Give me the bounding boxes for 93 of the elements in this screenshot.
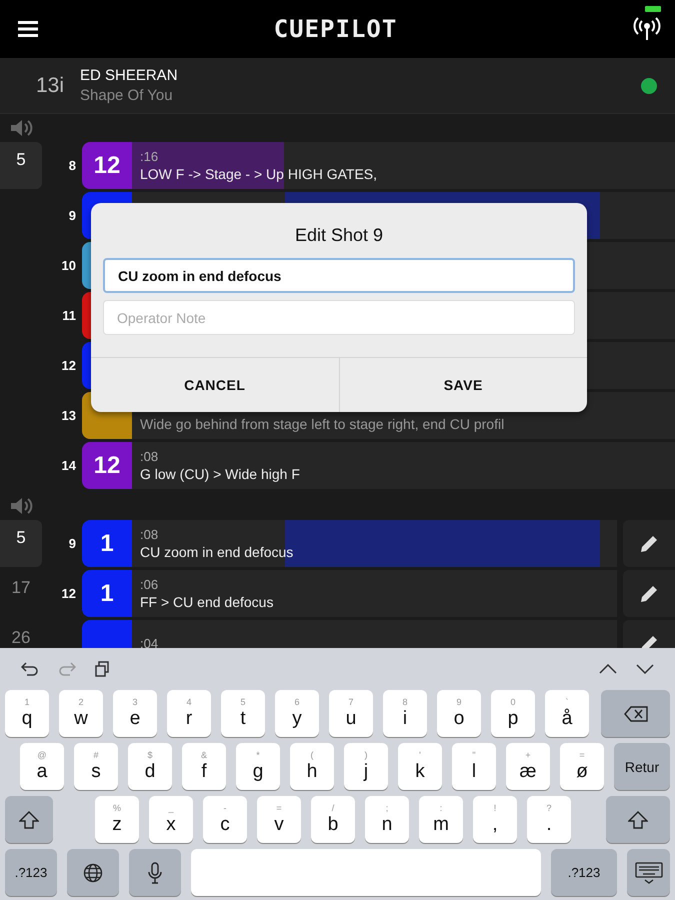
pencil-icon	[639, 534, 659, 554]
microphone-key[interactable]	[129, 849, 181, 896]
hide-keyboard-key[interactable]	[627, 849, 670, 896]
key[interactable]: 6 y	[275, 690, 319, 737]
key[interactable]: @ a	[20, 743, 64, 790]
key[interactable]: % z	[95, 796, 139, 843]
shot-number: 11	[61, 307, 77, 325]
key[interactable]: 3 e	[113, 690, 157, 737]
chevron-up-icon[interactable]	[599, 664, 617, 674]
cue-duration: :08	[140, 527, 160, 542]
key[interactable]: 4 r	[167, 690, 211, 737]
key[interactable]: " l	[452, 743, 496, 790]
key[interactable]: ? .	[527, 796, 571, 843]
key[interactable]: 7 u	[329, 690, 373, 737]
cue-description: Wide go behind from stage left to stage right, end CU profil	[140, 416, 506, 432]
key[interactable]: ' k	[398, 743, 442, 790]
numbers-key[interactable]: .?123	[551, 849, 617, 896]
shift-key[interactable]	[606, 796, 670, 843]
shot-number: 9	[68, 207, 77, 225]
shift-icon	[19, 810, 39, 828]
shift-icon	[628, 810, 648, 828]
key[interactable]: 9 o	[437, 690, 481, 737]
cue-description: LOW F -> Stage - > Up HIGH GATES,	[140, 166, 378, 182]
dialog-title: Edit Shot 9	[294, 225, 384, 246]
edit-button[interactable]	[623, 520, 675, 567]
song-title: Shape Of You	[80, 87, 174, 104]
shot-number: 9	[68, 535, 77, 553]
shift-key[interactable]	[5, 796, 53, 843]
key[interactable]: 5 t	[221, 690, 265, 737]
camera-badge: 1	[82, 570, 132, 617]
key[interactable]: : m	[419, 796, 463, 843]
broadcast-icon[interactable]	[633, 17, 661, 41]
paste-icon[interactable]	[95, 661, 109, 677]
menu-icon[interactable]	[18, 21, 38, 37]
keyboard-icon	[634, 862, 662, 884]
app-title: CUEPILOT	[274, 15, 398, 43]
shot-number: 8	[68, 157, 77, 175]
key[interactable]: ( h	[290, 743, 334, 790]
key[interactable]: / b	[311, 796, 355, 843]
key[interactable]: 0 p	[491, 690, 535, 737]
camera-badge: 12	[82, 442, 132, 489]
cue-duration: :06	[140, 577, 160, 592]
backspace-key[interactable]	[601, 690, 670, 737]
shot-number: 12	[60, 585, 77, 603]
song-number: 13i	[34, 74, 64, 98]
camera-badge: 1	[82, 520, 132, 567]
key[interactable]: = v	[257, 796, 301, 843]
cue-duration: :04	[140, 636, 160, 648]
shot-number: 10	[60, 257, 77, 275]
key[interactable]: ) j	[344, 743, 388, 790]
cue-number: 5	[0, 520, 42, 567]
key[interactable]: ; n	[365, 796, 409, 843]
key[interactable]: * g	[236, 743, 280, 790]
dialog-button[interactable]: CANCEL	[91, 358, 338, 412]
note-field[interactable]: Operator Note	[103, 300, 575, 335]
key[interactable]: 1 q	[5, 690, 49, 737]
artist-name: ED SHEERAN	[80, 67, 179, 84]
microphone-icon	[148, 862, 162, 884]
edit-button[interactable]	[623, 570, 675, 617]
cue-number: 5	[0, 142, 42, 189]
key[interactable]: ` å	[545, 690, 589, 737]
pencil-icon	[639, 584, 659, 604]
cue-number: 26	[10, 627, 32, 648]
globe-key[interactable]	[67, 849, 119, 896]
cue-number: 17	[10, 577, 32, 599]
cue-description: FF > CU end defocus	[140, 594, 274, 610]
cue-description: G low (CU) > Wide high F	[140, 466, 301, 482]
key[interactable]: 8 i	[383, 690, 427, 737]
key[interactable]: = ø	[560, 743, 604, 790]
undo-icon[interactable]	[21, 661, 39, 677]
numbers-key[interactable]: .?123	[5, 849, 57, 896]
chevron-down-icon[interactable]	[636, 664, 654, 674]
key[interactable]: # s	[74, 743, 118, 790]
cue-duration: :08	[140, 449, 160, 464]
globe-icon	[83, 862, 103, 882]
key[interactable]: _ x	[149, 796, 193, 843]
battery-icon	[645, 6, 661, 12]
input-field[interactable]: CU zoom in end defocus	[103, 258, 575, 293]
shot-number: 13	[60, 407, 77, 425]
shot-number: 12	[60, 357, 77, 375]
shot-number: 14	[60, 457, 77, 475]
key[interactable]: - c	[203, 796, 247, 843]
dialog-button[interactable]: SAVE	[338, 358, 587, 412]
key[interactable]: ! ,	[473, 796, 517, 843]
key[interactable]: + æ	[506, 743, 550, 790]
key[interactable]: & f	[182, 743, 226, 790]
key[interactable]: 2 w	[59, 690, 103, 737]
backspace-icon	[624, 706, 648, 722]
cue-description: CU zoom in end defocus	[140, 544, 294, 560]
key[interactable]: $ d	[128, 743, 172, 790]
cue-duration: :16	[140, 149, 160, 164]
camera-badge: 12	[82, 142, 132, 189]
return-key[interactable]: Retur	[614, 743, 670, 790]
